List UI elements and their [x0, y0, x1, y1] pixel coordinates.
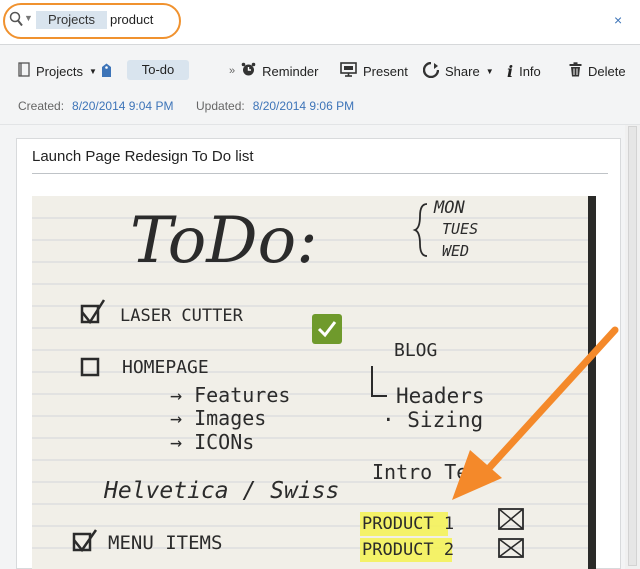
- tag-icon[interactable]: [101, 63, 112, 83]
- handwritten-item: MENU ITEMS: [108, 532, 223, 554]
- scrollbar-thumb[interactable]: [628, 126, 637, 566]
- updated-date: Updated: 8/20/2014 9:06 PM: [196, 99, 354, 113]
- handwritten-subitem-text: ICONs: [194, 430, 255, 454]
- handwritten-item: LASER CUTTER: [120, 306, 243, 326]
- trash-icon: [569, 62, 582, 80]
- updated-value[interactable]: 8/20/2014 9:06 PM: [253, 99, 354, 113]
- handwritten-subitem-text: Features: [194, 383, 291, 407]
- info-icon: i: [507, 62, 514, 81]
- handwritten-day: TUES: [442, 220, 479, 238]
- search-notebook-token[interactable]: Projects: [36, 11, 107, 29]
- created-label: Created:: [18, 99, 65, 113]
- handwritten-subitem: → Features: [170, 383, 291, 407]
- info-button[interactable]: i Info: [507, 62, 541, 81]
- presentation-icon: [340, 62, 357, 80]
- share-button[interactable]: Share ▼: [422, 61, 494, 81]
- reminder-label: Reminder: [262, 63, 319, 79]
- handwritten-day: WED: [442, 242, 470, 260]
- present-button[interactable]: Present: [340, 62, 408, 80]
- handwritten-item: HOMEPAGE: [122, 357, 209, 378]
- share-icon: [422, 61, 440, 81]
- alarm-clock-icon: [241, 62, 256, 80]
- search-options-dropdown-icon[interactable]: ▼: [24, 13, 33, 23]
- handwritten-subitem: → Images: [170, 406, 267, 430]
- present-label: Present: [363, 63, 408, 79]
- notebook-selector-button[interactable]: Projects ▼: [18, 62, 97, 80]
- delete-button[interactable]: Delete: [569, 62, 626, 80]
- info-label: Info: [519, 64, 541, 79]
- note-title-divider: [32, 173, 608, 174]
- created-date: Created: 8/20/2014 9:04 PM: [18, 99, 173, 113]
- share-label: Share: [445, 64, 480, 79]
- reminder-button[interactable]: » Reminder: [229, 62, 318, 80]
- handwritten-right-item: BLOG: [394, 340, 438, 361]
- chevron-down-icon: ▼: [485, 67, 494, 76]
- delete-label: Delete: [588, 63, 626, 79]
- handwritten-product: PRODUCT 1: [362, 514, 455, 534]
- tag-todo[interactable]: To-do: [127, 60, 189, 80]
- search-icon[interactable]: [9, 11, 23, 32]
- created-value[interactable]: 8/20/2014 9:04 PM: [72, 99, 173, 113]
- handwritten-subitem: → ICONs: [170, 430, 255, 454]
- handwritten-heading: ToDo:: [130, 204, 318, 278]
- notebook-icon: [18, 62, 30, 80]
- handwritten-item: Helvetica / Swiss: [104, 478, 340, 504]
- chevron-down-icon: ▼: [88, 66, 97, 76]
- clear-search-icon[interactable]: ×: [614, 12, 622, 28]
- annotation-arrow-icon: [452, 326, 619, 500]
- handwritten-product: PRODUCT 2: [362, 540, 455, 560]
- expand-chevrons-icon: »: [229, 65, 236, 77]
- search-input[interactable]: product: [110, 12, 153, 27]
- note-title[interactable]: Launch Page Redesign To Do list: [32, 148, 254, 165]
- handwritten-subitem-text: Images: [194, 406, 267, 430]
- handwritten-day: MON: [434, 198, 465, 218]
- header-divider: [0, 124, 640, 125]
- notebook-label: Projects: [36, 63, 83, 79]
- search-bar: ▼ Projects product ×: [0, 0, 640, 45]
- updated-label: Updated:: [196, 99, 245, 113]
